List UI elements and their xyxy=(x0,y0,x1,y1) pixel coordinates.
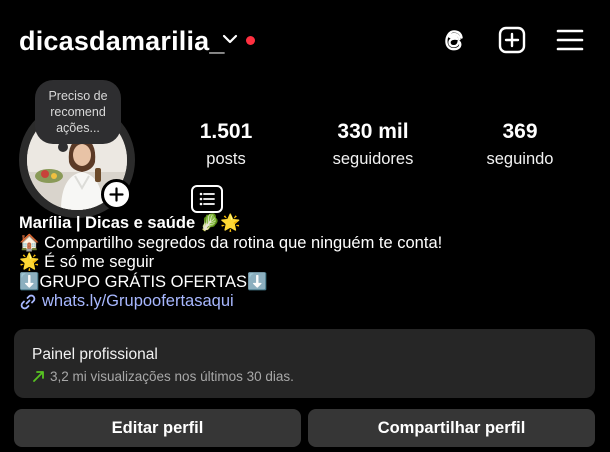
posts-count: 1.501 xyxy=(199,120,253,143)
bio-line: ⬇️GRUPO GRÁTIS OFERTAS⬇️ xyxy=(19,272,268,291)
professional-dashboard-insight: 3,2 mi visualizações nos últimos 30 dias… xyxy=(32,369,294,384)
trend-up-icon xyxy=(33,371,44,382)
menu-icon[interactable] xyxy=(556,26,584,54)
professional-dashboard-title: Painel profissional xyxy=(32,346,158,363)
create-icon[interactable] xyxy=(498,26,526,54)
posts-label: posts xyxy=(206,150,246,168)
note-bubble[interactable]: Preciso de recomend ações... xyxy=(35,80,121,144)
bio-link[interactable]: whats.ly/Grupoofertasaqui xyxy=(19,292,589,312)
followers-count: 330 mil xyxy=(337,120,409,143)
link-icon xyxy=(20,294,36,310)
following-count: 369 xyxy=(502,120,538,143)
profile-name: Marília | Dicas e saúde 🥬🌟 xyxy=(19,214,241,232)
profile-menu-button[interactable] xyxy=(191,185,223,213)
posts-stat[interactable]: 1.501 posts xyxy=(176,120,276,169)
username-switcher[interactable]: dicasdamarilia_ xyxy=(19,26,225,57)
followers-label: seguidores xyxy=(332,150,414,168)
note-bubble-tail xyxy=(58,142,68,152)
top-bar: dicasdamarilia_ xyxy=(0,0,610,84)
bio-link-text: whats.ly/Grupoofertasaqui xyxy=(42,292,234,310)
bio-line: 🏠 Compartilho segredos da rotina que nin… xyxy=(19,233,443,252)
add-story-button[interactable] xyxy=(101,179,132,210)
share-profile-button[interactable]: Compartilhar perfil xyxy=(308,409,595,447)
threads-icon[interactable] xyxy=(440,26,468,54)
edit-profile-button[interactable]: Editar perfil xyxy=(14,409,301,447)
plus-icon xyxy=(109,187,124,202)
chevron-down-icon[interactable] xyxy=(221,32,239,46)
following-label: seguindo xyxy=(486,150,554,168)
bio: Marília | Dicas e saúde 🥬🌟 🏠 Compartilho… xyxy=(19,214,589,312)
notification-dot xyxy=(246,36,255,45)
note-text: Preciso de recomend ações... xyxy=(48,89,108,135)
insight-text: 3,2 mi visualizações nos últimos 30 dias… xyxy=(50,369,294,384)
followers-stat[interactable]: 330 mil seguidores xyxy=(313,120,433,169)
list-icon xyxy=(199,192,215,206)
bio-line: 🌟 É só me seguir xyxy=(19,253,155,271)
following-stat[interactable]: 369 seguindo xyxy=(470,120,570,169)
professional-dashboard[interactable]: Painel profissional 3,2 mi visualizações… xyxy=(14,329,595,398)
